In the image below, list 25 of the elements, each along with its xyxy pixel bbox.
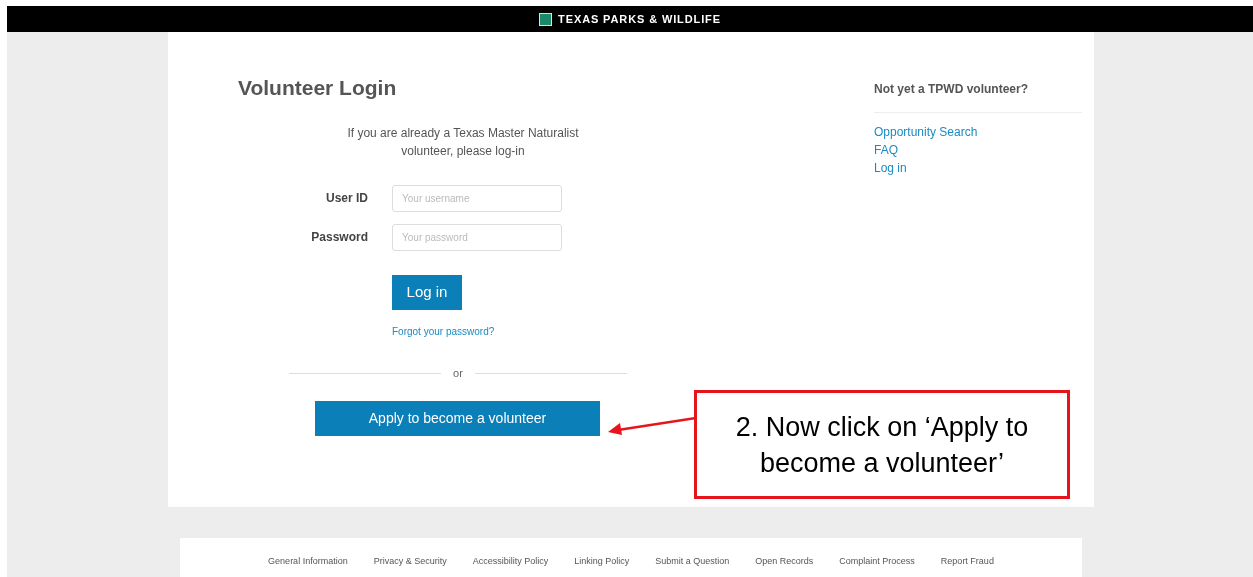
footer-link[interactable]: General Information <box>268 554 348 567</box>
text-field[interactable]: Your username <box>392 184 562 212</box>
apply-button[interactable]: Apply to become a volunteer <box>315 401 600 437</box>
divider-text: or <box>453 365 463 381</box>
footer-link[interactable]: Privacy & Security <box>373 554 447 567</box>
footer-link[interactable]: Linking Policy <box>574 554 630 567</box>
forgot-password-link[interactable]: Forgot your password? <box>392 323 688 339</box>
brand-name: TEXAS PARKS & WILDLIFE <box>558 11 721 27</box>
field-label: Password <box>310 229 368 247</box>
callout-text: 2. Now click on ‘Apply to become a volunteer’ <box>734 410 1030 480</box>
sidebar-heading: Not yet a TPWD volunteer? <box>874 80 1082 114</box>
sidebar-link[interactable]: Opportunity Search <box>874 123 978 142</box>
footer-link[interactable]: Report Fraud <box>940 554 994 567</box>
intro-text: If you are already a Texas Master Naturalist volunteer, please log-in <box>346 124 580 160</box>
footer-link[interactable]: Complaint Process <box>839 554 915 567</box>
login-button[interactable]: Log in <box>392 274 462 310</box>
footer-link[interactable]: Accessibility Policy <box>472 554 549 567</box>
field-label: User ID <box>324 190 368 208</box>
sidebar-link[interactable]: FAQ <box>874 141 898 160</box>
footer-link[interactable]: Open Records <box>755 554 814 567</box>
page-title: Volunteer Login <box>238 75 398 102</box>
logo-icon <box>539 12 553 26</box>
footer-link[interactable]: Submit a Question <box>655 554 730 567</box>
text-field[interactable]: Your password <box>392 223 562 251</box>
sidebar-link[interactable]: Log in <box>874 159 907 178</box>
